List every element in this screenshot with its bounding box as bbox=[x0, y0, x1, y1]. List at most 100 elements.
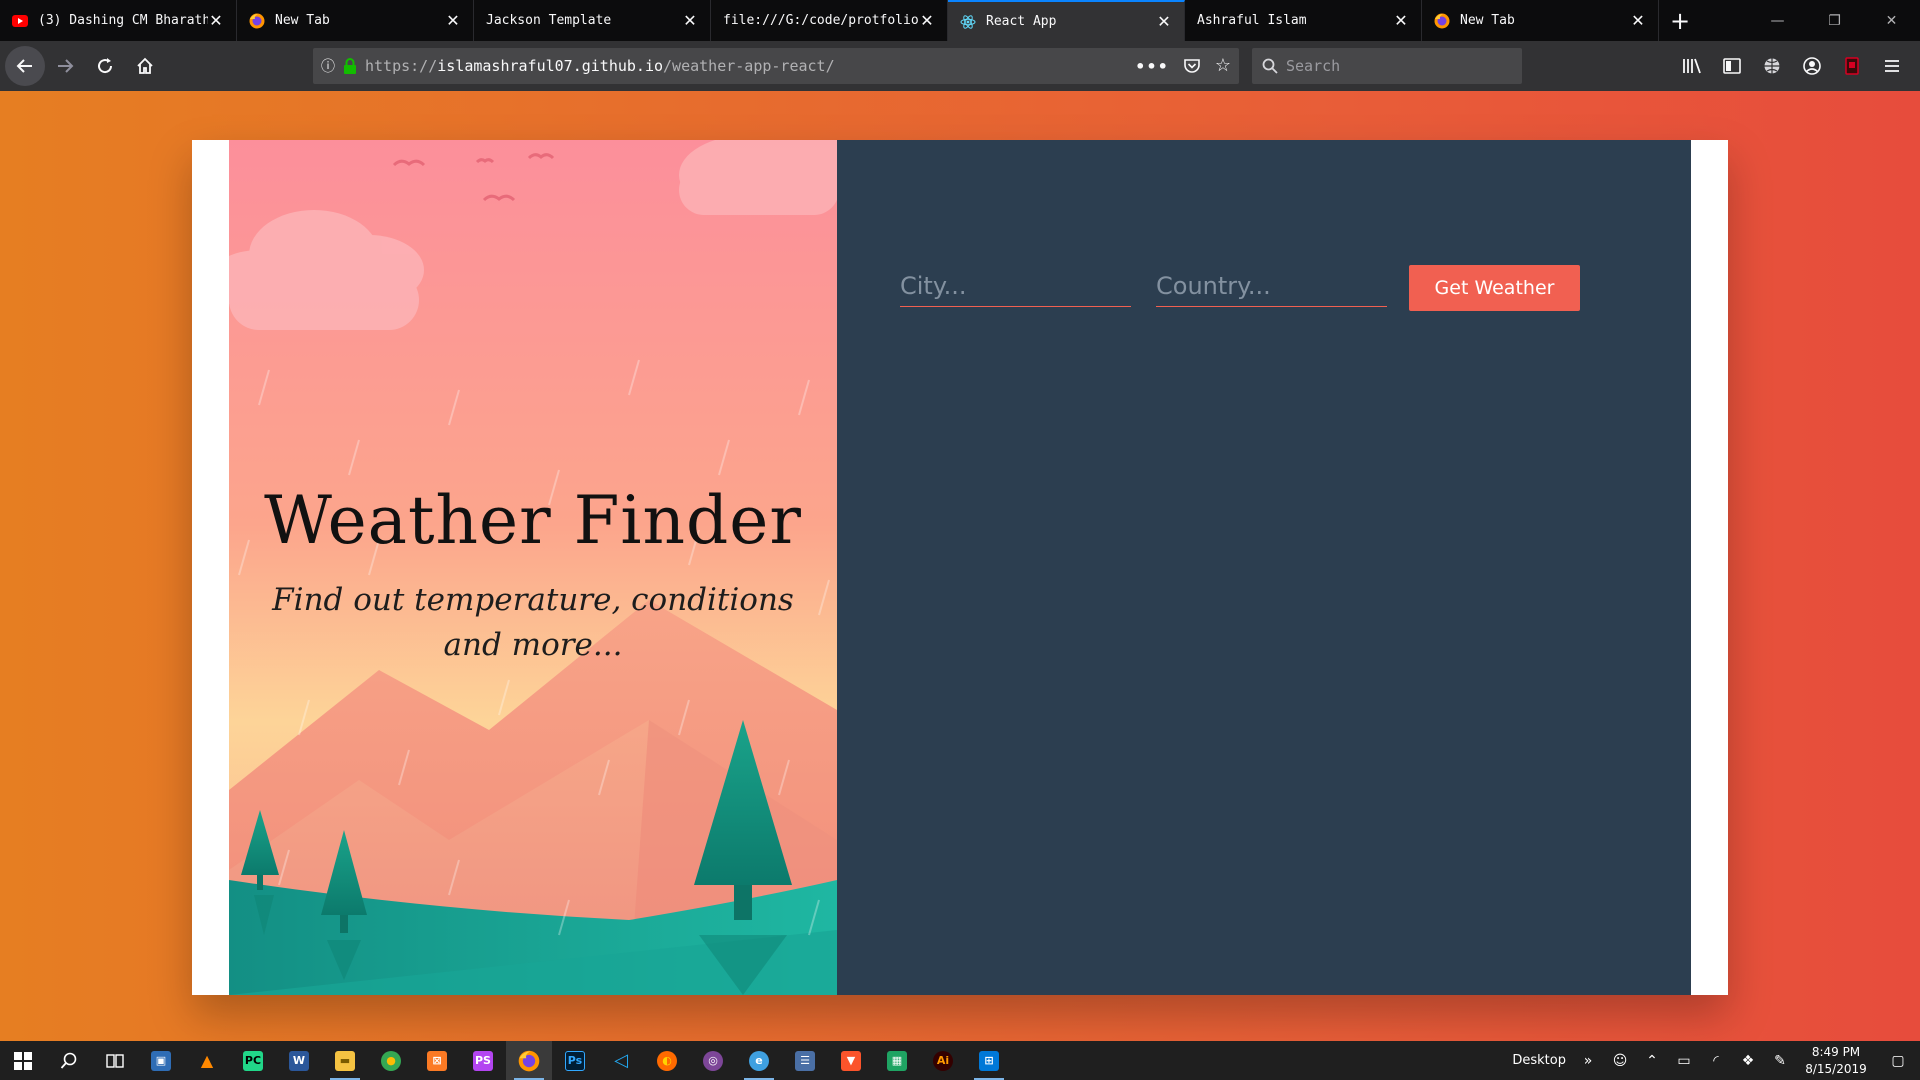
tab-new-tab-2[interactable]: New Tab ✕ bbox=[1422, 0, 1659, 41]
pycharm-icon[interactable]: PC bbox=[230, 1041, 276, 1080]
close-tab-icon[interactable]: ✕ bbox=[1156, 12, 1172, 31]
virtualbox-icon[interactable]: ▣ bbox=[138, 1041, 184, 1080]
firefox-icon bbox=[249, 13, 265, 29]
forward-arrow-icon bbox=[58, 59, 74, 73]
network-app-icon[interactable]: ☰ bbox=[782, 1041, 828, 1080]
brave-icon[interactable]: ▼ bbox=[828, 1041, 874, 1080]
react-icon bbox=[960, 14, 976, 30]
tab-youtube[interactable]: (3) Dashing CM Bharath ✕ bbox=[0, 0, 237, 41]
forward-button[interactable] bbox=[45, 46, 85, 86]
pocket-icon[interactable] bbox=[1183, 57, 1201, 76]
tab-new-tab[interactable]: New Tab ✕ bbox=[237, 0, 474, 41]
tab-strip: (3) Dashing CM Bharath ✕ New Tab ✕ Jacks… bbox=[0, 0, 1920, 41]
tab-title: (3) Dashing CM Bharath bbox=[38, 13, 208, 28]
chevron-right-icon[interactable]: » bbox=[1572, 1053, 1604, 1069]
get-weather-button[interactable]: Get Weather bbox=[1409, 265, 1580, 311]
file-explorer-icon[interactable]: ▬ bbox=[322, 1041, 368, 1080]
minimize-icon[interactable]: — bbox=[1749, 0, 1806, 41]
clock-time: 8:49 PM bbox=[1811, 1044, 1861, 1059]
window-controls: — ❐ ✕ bbox=[1749, 0, 1920, 41]
chrome-icon[interactable]: ● bbox=[368, 1041, 414, 1080]
tab-ashraful-islam[interactable]: Ashraful Islam ✕ bbox=[1185, 0, 1422, 41]
lock-icon[interactable] bbox=[343, 58, 357, 74]
close-tab-icon[interactable]: ✕ bbox=[208, 11, 224, 30]
search-icon bbox=[1262, 58, 1278, 74]
firefox-nightly-icon[interactable]: ◐ bbox=[644, 1041, 690, 1080]
url-text[interactable]: https://islamashraful07.github.io/weathe… bbox=[365, 57, 1135, 75]
close-tab-icon[interactable]: ✕ bbox=[919, 11, 935, 30]
sheets-icon[interactable]: ▦ bbox=[874, 1041, 920, 1080]
city-input[interactable] bbox=[900, 265, 1131, 307]
page-actions-icon[interactable]: ••• bbox=[1135, 57, 1169, 76]
tab-react-app[interactable]: React App ✕ bbox=[948, 0, 1185, 41]
cloud-left bbox=[229, 210, 424, 330]
search-bar[interactable] bbox=[1252, 48, 1522, 84]
task-view-icon[interactable] bbox=[92, 1041, 138, 1080]
word-icon[interactable]: W bbox=[276, 1041, 322, 1080]
tab-title: New Tab bbox=[275, 13, 330, 28]
clock[interactable]: 8:49 PM 8/15/2019 bbox=[1796, 1044, 1876, 1078]
form-panel: Get Weather bbox=[837, 140, 1691, 995]
photoshop-icon[interactable]: Ps bbox=[552, 1041, 598, 1080]
birds bbox=[392, 153, 555, 202]
country-input[interactable] bbox=[1156, 265, 1387, 307]
search-taskbar-icon[interactable] bbox=[46, 1041, 92, 1080]
search-input[interactable] bbox=[1286, 57, 1486, 75]
url-bar[interactable]: ⓘ https://islamashraful07.github.io/weat… bbox=[313, 48, 1239, 84]
page-viewport: Weather Finder Find out temperature, con… bbox=[0, 91, 1920, 1041]
close-window-icon[interactable]: ✕ bbox=[1863, 0, 1920, 41]
hero-panel: Weather Finder Find out temperature, con… bbox=[229, 140, 837, 995]
toolbar-right bbox=[1672, 46, 1912, 86]
clock-date: 8/15/2019 bbox=[1805, 1061, 1867, 1076]
globe-icon[interactable] bbox=[1752, 46, 1792, 86]
vlc-icon[interactable]: ▲ bbox=[184, 1041, 230, 1080]
notifications-icon[interactable]: ▢ bbox=[1876, 1053, 1920, 1069]
close-tab-icon[interactable]: ✕ bbox=[682, 11, 698, 30]
tab-title: Jackson Template bbox=[486, 13, 612, 28]
illustrator-icon[interactable]: Ai bbox=[920, 1041, 966, 1080]
xampp-icon[interactable]: ⊠ bbox=[414, 1041, 460, 1080]
vscode-icon[interactable]: ◁ bbox=[598, 1041, 644, 1080]
sidebar-icon[interactable] bbox=[1712, 46, 1752, 86]
battery-icon[interactable]: ▭ bbox=[1668, 1053, 1700, 1069]
navigation-toolbar: ⓘ https://islamashraful07.github.io/weat… bbox=[0, 41, 1920, 91]
firefox-taskbar-icon[interactable] bbox=[506, 1041, 552, 1080]
people-icon[interactable]: ☺ bbox=[1604, 1053, 1636, 1069]
info-icon[interactable]: ⓘ bbox=[321, 56, 335, 76]
landscape-illustration bbox=[229, 140, 837, 995]
close-tab-icon[interactable]: ✕ bbox=[1630, 11, 1646, 30]
new-tab-button[interactable]: + bbox=[1659, 0, 1701, 41]
desktop-toolbar-label[interactable]: Desktop bbox=[1512, 1053, 1566, 1068]
url-prefix: https:// bbox=[365, 57, 438, 75]
firefox-icon bbox=[1434, 13, 1450, 29]
home-icon bbox=[137, 57, 153, 74]
tab-file-portfolio[interactable]: file:///G:/code/protfolio ✕ bbox=[711, 0, 948, 41]
home-button[interactable] bbox=[125, 46, 165, 86]
dropbox-icon[interactable]: ❖ bbox=[1732, 1053, 1764, 1069]
start-button[interactable] bbox=[0, 1041, 46, 1080]
extension-icon[interactable] bbox=[1832, 46, 1872, 86]
tab-title: New Tab bbox=[1460, 13, 1515, 28]
tab-jackson-template[interactable]: Jackson Template ✕ bbox=[474, 0, 711, 41]
windows-logo-icon bbox=[14, 1051, 32, 1070]
reload-icon bbox=[98, 58, 113, 74]
app-icon[interactable]: ⊞ bbox=[966, 1041, 1012, 1080]
restore-icon[interactable]: ❐ bbox=[1806, 0, 1863, 41]
back-arrow-icon bbox=[16, 59, 32, 73]
edge-icon[interactable]: e bbox=[736, 1041, 782, 1080]
bookmark-star-icon[interactable]: ☆ bbox=[1215, 56, 1231, 76]
back-button[interactable] bbox=[5, 46, 45, 86]
pen-icon[interactable]: ✎ bbox=[1764, 1053, 1796, 1069]
reload-button[interactable] bbox=[85, 46, 125, 86]
chevron-up-icon[interactable]: ⌃ bbox=[1636, 1053, 1668, 1069]
page-subtitle: Find out temperature, conditions and mor… bbox=[272, 582, 794, 663]
close-tab-icon[interactable]: ✕ bbox=[445, 11, 461, 30]
account-icon[interactable] bbox=[1792, 46, 1832, 86]
phpstorm-icon[interactable]: PS bbox=[460, 1041, 506, 1080]
wifi-icon[interactable]: ◜ bbox=[1700, 1053, 1732, 1069]
tor-browser-icon[interactable]: ◎ bbox=[690, 1041, 736, 1080]
menu-icon[interactable] bbox=[1872, 46, 1912, 86]
close-tab-icon[interactable]: ✕ bbox=[1393, 11, 1409, 30]
library-icon[interactable] bbox=[1672, 46, 1712, 86]
tab-title: React App bbox=[986, 14, 1057, 29]
